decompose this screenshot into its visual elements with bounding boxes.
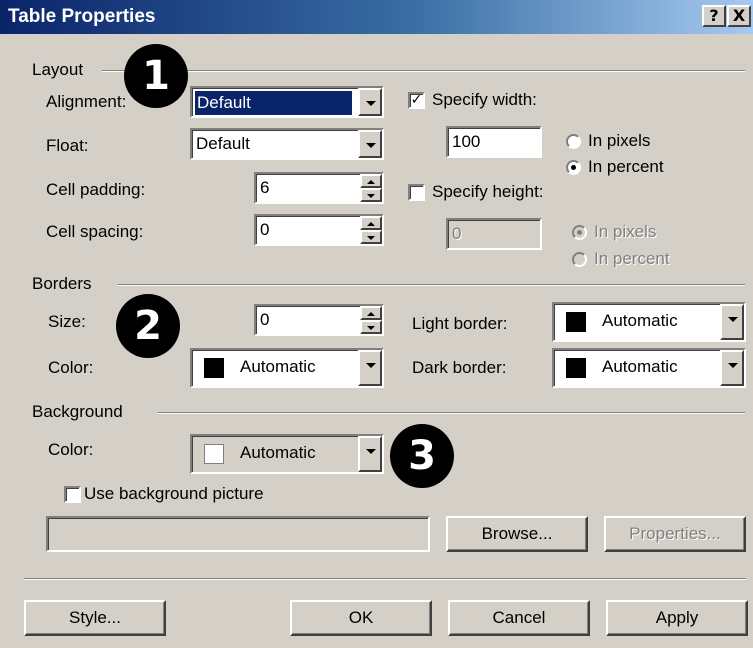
border-size-spinner[interactable]: 0	[254, 304, 384, 336]
light-border-swatch	[566, 312, 586, 332]
callout-2: 2	[116, 294, 180, 358]
dark-border-dropdown-button[interactable]	[720, 350, 744, 386]
background-color-select[interactable]: Automatic	[190, 434, 384, 474]
borders-divider	[118, 284, 745, 286]
cell-padding-label: Cell padding:	[46, 180, 146, 199]
borders-group-label: Borders	[32, 274, 92, 293]
border-color-select[interactable]: Automatic	[190, 348, 384, 388]
bottom-separator	[24, 578, 746, 580]
width-percent-label: In percent	[588, 157, 664, 176]
apply-button[interactable]: Apply	[606, 600, 748, 636]
background-color-label: Color:	[48, 440, 94, 459]
dark-border-label: Dark border:	[412, 358, 507, 377]
layout-group-label: Layout	[32, 60, 84, 79]
ok-button[interactable]: OK	[290, 600, 432, 636]
cell-spacing-spinner[interactable]: 0	[254, 214, 384, 246]
dark-border-swatch	[566, 358, 586, 378]
height-value: 0	[452, 224, 462, 243]
border-color-swatch	[204, 358, 224, 378]
cell-spacing-spin-buttons[interactable]	[360, 216, 382, 244]
layout-divider	[102, 70, 745, 72]
height-pixels-radio[interactable]	[572, 225, 587, 240]
border-size-down-button[interactable]	[360, 320, 382, 334]
dark-border-value: Automatic	[602, 357, 678, 376]
style-button[interactable]: Style...	[24, 600, 166, 636]
cell-spacing-label: Cell spacing:	[46, 222, 144, 241]
specify-height-checkbox[interactable]	[408, 184, 425, 201]
cell-spacing-down-button[interactable]	[360, 230, 382, 244]
float-dropdown-button[interactable]	[358, 130, 382, 158]
cell-spacing-value: 0	[260, 220, 270, 239]
light-border-dropdown-button[interactable]	[720, 304, 744, 340]
cell-padding-spin-buttons[interactable]	[360, 174, 382, 202]
border-size-label: Size:	[48, 312, 86, 331]
specify-width-checkbox[interactable]: ✓	[408, 92, 425, 109]
window-title: Table Properties	[8, 6, 156, 27]
background-divider	[158, 412, 745, 414]
float-label: Float:	[46, 136, 89, 155]
light-border-value: Automatic	[602, 311, 678, 330]
alignment-select[interactable]: Default	[190, 86, 384, 118]
border-size-up-button[interactable]	[360, 306, 382, 320]
alignment-value: Default	[195, 91, 352, 115]
width-percent-radio[interactable]	[566, 160, 581, 175]
light-border-select[interactable]: Automatic	[552, 302, 746, 342]
close-button[interactable]: X	[727, 5, 751, 27]
background-color-swatch	[204, 444, 224, 464]
use-background-picture-checkbox[interactable]	[64, 486, 81, 503]
width-value: 100	[452, 132, 481, 151]
height-percent-radio[interactable]	[572, 252, 587, 267]
light-border-label: Light border:	[412, 314, 508, 333]
background-picture-path-input[interactable]	[46, 516, 430, 552]
cell-padding-down-button[interactable]	[360, 188, 382, 202]
float-select[interactable]: Default	[190, 128, 384, 160]
border-color-value: Automatic	[240, 357, 316, 376]
background-color-dropdown-button[interactable]	[358, 436, 382, 472]
help-button[interactable]: ?	[702, 5, 726, 27]
height-input[interactable]: 0	[446, 218, 542, 250]
callout-1: 1	[124, 44, 188, 108]
use-background-picture-label: Use background picture	[84, 484, 264, 503]
background-color-value: Automatic	[240, 443, 316, 462]
width-pixels-radio[interactable]	[566, 134, 581, 149]
width-input[interactable]: 100	[446, 126, 542, 158]
cell-spacing-up-button[interactable]	[360, 216, 382, 230]
alignment-dropdown-button[interactable]	[358, 88, 382, 116]
alignment-label: Alignment:	[46, 92, 127, 111]
border-color-dropdown-button[interactable]	[358, 350, 382, 386]
cell-padding-spinner[interactable]: 6	[254, 172, 384, 204]
callout-3: 3	[390, 424, 454, 488]
dark-border-select[interactable]: Automatic	[552, 348, 746, 388]
specify-width-label: Specify width:	[432, 90, 537, 109]
border-color-label: Color:	[48, 358, 94, 377]
cell-padding-value: 6	[260, 178, 270, 197]
specify-height-label: Specify height:	[432, 182, 544, 201]
cancel-button[interactable]: Cancel	[448, 600, 590, 636]
picture-properties-button[interactable]: Properties...	[604, 516, 746, 552]
width-pixels-label: In pixels	[588, 131, 651, 150]
cell-padding-up-button[interactable]	[360, 174, 382, 188]
browse-button[interactable]: Browse...	[446, 516, 588, 552]
height-percent-label: In percent	[594, 249, 670, 268]
background-group-label: Background	[32, 402, 123, 421]
height-pixels-label: In pixels	[594, 222, 657, 241]
border-size-value: 0	[260, 310, 270, 329]
border-size-spin-buttons[interactable]	[360, 306, 382, 334]
float-value: Default	[196, 134, 250, 153]
